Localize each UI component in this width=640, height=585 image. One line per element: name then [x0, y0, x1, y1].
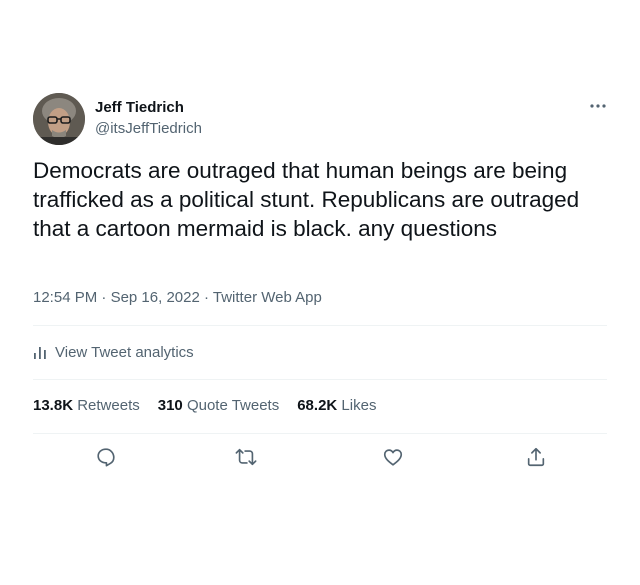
like-button[interactable]	[380, 444, 406, 470]
reply-icon	[97, 448, 115, 467]
retweets-count: 13.8K	[33, 397, 74, 414]
likes-stat[interactable]: 68.2K Likes	[297, 397, 376, 414]
analytics-bars-icon	[34, 347, 46, 359]
tweet-time[interactable]: 12:54 PM	[33, 289, 97, 306]
heart-icon	[383, 449, 403, 466]
avatar-photo	[33, 93, 85, 145]
tweet-meta: 12:54 PM · Sep 16, 2022 · Twitter Web Ap…	[33, 289, 322, 306]
tweet-date[interactable]: Sep 16, 2022	[111, 289, 200, 306]
divider	[33, 325, 607, 326]
divider	[33, 433, 607, 434]
author-handle[interactable]: @itsJeffTiedrich	[95, 120, 202, 137]
retweet-icon	[235, 448, 257, 466]
avatar[interactable]	[33, 93, 85, 145]
tweet-text: Democrats are outraged that human beings…	[33, 158, 580, 241]
author-name[interactable]: Jeff Tiedrich	[95, 99, 184, 116]
more-options-button[interactable]	[584, 96, 612, 116]
meta-separator: ·	[203, 289, 209, 306]
likes-label: Likes	[341, 397, 377, 414]
retweets-label: Retweets	[77, 397, 140, 414]
quote-tweets-label: Quote Tweets	[186, 397, 280, 414]
share-button[interactable]	[523, 444, 549, 470]
tweet-stats: 13.8K Retweets 310 Quote Tweets 68.2K Li…	[33, 397, 394, 414]
analytics-label: View Tweet analytics	[55, 343, 194, 361]
reply-button[interactable]	[93, 444, 119, 470]
tweet-source[interactable]: Twitter Web App	[213, 289, 322, 306]
view-analytics-link[interactable]: View Tweet analytics	[33, 342, 194, 362]
tweet-card: Jeff Tiedrich @itsJeffTiedrich Democrats…	[0, 0, 640, 585]
quote-tweets-stat[interactable]: 310 Quote Tweets	[158, 397, 279, 414]
more-icon	[590, 104, 606, 108]
retweets-stat[interactable]: 13.8K Retweets	[33, 397, 140, 414]
retweet-button[interactable]	[233, 444, 259, 470]
likes-count: 68.2K	[297, 397, 338, 414]
quote-tweets-count: 310	[157, 397, 183, 414]
divider	[33, 379, 607, 380]
share-icon	[527, 447, 545, 467]
meta-separator: ·	[101, 289, 107, 306]
